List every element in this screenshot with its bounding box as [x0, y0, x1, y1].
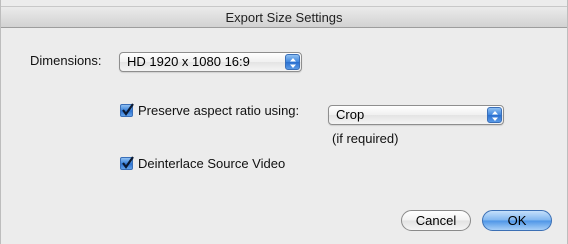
preserve-aspect-checkbox[interactable] — [120, 103, 134, 117]
dimensions-label: Dimensions: — [30, 53, 102, 68]
aspect-method-popup[interactable]: Crop — [328, 105, 504, 125]
dialog-title: Export Size Settings — [1, 6, 567, 28]
aspect-method-popup-value: Crop — [336, 107, 365, 122]
dimensions-popup-value: HD 1920 x 1080 16:9 — [127, 54, 250, 69]
export-size-settings-dialog: Export Size Settings Dimensions: HD 1920… — [0, 0, 568, 244]
dimensions-popup[interactable]: HD 1920 x 1080 16:9 — [119, 52, 302, 72]
popup-arrows-icon — [285, 54, 300, 70]
ok-button[interactable]: OK — [482, 210, 552, 231]
preserve-aspect-label[interactable]: Preserve aspect ratio using: — [138, 103, 299, 118]
deinterlace-checkbox[interactable] — [120, 156, 134, 170]
deinterlace-label[interactable]: Deinterlace Source Video — [138, 156, 285, 171]
cancel-button[interactable]: Cancel — [401, 210, 471, 231]
if-required-note: (if required) — [332, 131, 399, 146]
popup-arrows-icon — [487, 107, 502, 123]
